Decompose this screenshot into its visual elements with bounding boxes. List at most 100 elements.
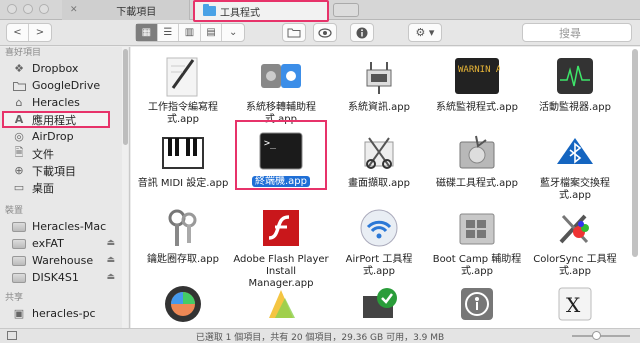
- app-item[interactable]: [429, 281, 525, 328]
- sidebar-item-label: 文件: [32, 147, 54, 161]
- tab-utilities[interactable]: 工具程式: [193, 0, 329, 22]
- get-info-button[interactable]: [350, 23, 374, 42]
- minimize-window-button[interactable]: [23, 4, 33, 14]
- grapher-icon: [258, 281, 304, 327]
- gear-icon: ⚙ ▾: [415, 26, 435, 39]
- folder-outline-icon: [287, 28, 301, 38]
- sidebar-section-favorites: 喜好項目: [5, 48, 42, 58]
- search-input[interactable]: 搜尋: [522, 23, 632, 42]
- close-window-button[interactable]: [7, 4, 17, 14]
- disk-utility-icon: [454, 129, 500, 175]
- keychain-icon: [160, 205, 206, 251]
- grid-scrollbar[interactable]: [631, 47, 639, 328]
- eject-icon[interactable]: ⏏: [106, 272, 115, 282]
- sidebar-item-label: GoogleDrive: [32, 79, 101, 92]
- forward-button[interactable]: >: [29, 24, 51, 41]
- app-label: AirPort 工具程式.app: [345, 254, 413, 277]
- drive-icon: [12, 238, 26, 250]
- sidebar-item-airdrop[interactable]: ◎ AirDrop: [0, 128, 129, 145]
- app-item[interactable]: Adobe Flash Player Install Manager.app: [233, 205, 329, 290]
- app-label: 鑰匙圈存取.app: [146, 254, 219, 265]
- app-item[interactable]: 音訊 MIDI 設定.app: [135, 129, 231, 190]
- list-view-icon[interactable]: ☰: [158, 24, 180, 41]
- app-item[interactable]: WARNIN AY 7:36 系統監視程式.app: [429, 53, 525, 114]
- icon-size-slider[interactable]: [572, 331, 630, 340]
- sidebar: 喜好項目 ❖ Dropbox GoogleDrive ⌂ Heracles A …: [0, 47, 130, 328]
- app-item[interactable]: 藍牙檔案交換程式.app: [527, 129, 623, 202]
- sidebar-item-desktop[interactable]: ▭ 桌面: [0, 179, 129, 196]
- arrange-icon[interactable]: ⌄: [222, 24, 244, 41]
- eject-icon[interactable]: ⏏: [106, 238, 115, 248]
- sidebar-item-dropbox[interactable]: ❖ Dropbox: [0, 60, 129, 77]
- sidebar-item-label: Heracles: [32, 96, 80, 109]
- console-screen-text-line1: WARNIN AY 7:36: [458, 65, 500, 75]
- sidebar-item-documents[interactable]: 🗎 文件: [0, 145, 129, 162]
- status-bar: 已選取 1 個項目，共有 20 個項目，29.36 GB 可用，3.9 MB: [0, 328, 640, 343]
- close-tab-icon[interactable]: ✕: [70, 5, 78, 15]
- app-label: 工作指令編寫程式.app: [148, 102, 218, 125]
- tab-bar: ✕ 下載項目 工具程式: [0, 0, 640, 22]
- toolbar: < > ▦ ☰ ▥ ▤ ⌄ ⚙ ▾ 搜尋 ⌕: [0, 20, 640, 55]
- sidebar-item-label: 應用程式: [32, 113, 76, 127]
- sidebar-scrollbar[interactable]: [122, 47, 128, 328]
- tab-downloads[interactable]: ✕ 下載項目: [62, 0, 190, 20]
- tab-label: 工具程式: [220, 7, 260, 19]
- folder-icon: [203, 4, 216, 16]
- column-view-icon[interactable]: ▥: [179, 24, 201, 41]
- app-label: 藍牙檔案交換程式.app: [540, 178, 610, 201]
- app-item[interactable]: 系統資訊.app: [331, 53, 427, 114]
- app-item[interactable]: ColorSync 工具程式.app: [527, 205, 623, 278]
- zoom-window-button[interactable]: [39, 4, 49, 14]
- icon-view-icon[interactable]: ▦: [136, 24, 158, 41]
- pc-icon: ▣: [13, 307, 25, 320]
- slider-knob[interactable]: [592, 331, 601, 340]
- sidebar-item-heracles[interactable]: ⌂ Heracles: [0, 94, 129, 111]
- sidebar-item-warehouse[interactable]: Warehouse ⏏: [0, 252, 129, 269]
- eye-icon: [318, 27, 332, 38]
- app-item[interactable]: 鑰匙圈存取.app: [135, 205, 231, 266]
- app-item[interactable]: 工作指令編寫程式.app: [135, 53, 231, 126]
- colorsync-icon: [552, 205, 598, 251]
- app-item-selected[interactable]: >_ 終端機.app: [235, 120, 327, 190]
- app-label: 磁碟工具程式.app: [435, 178, 518, 189]
- svg-text:X: X: [566, 293, 581, 317]
- app-item[interactable]: [331, 281, 427, 328]
- activity-monitor-icon: [552, 53, 598, 99]
- app-item[interactable]: AirPort 工具程式.app: [331, 205, 427, 278]
- cover-flow-icon[interactable]: ▤: [201, 24, 223, 41]
- app-item[interactable]: [233, 281, 329, 328]
- nav-buttons: < >: [6, 23, 52, 42]
- system-info-icon: [356, 53, 402, 99]
- sidebar-item-label: 桌面: [32, 181, 54, 195]
- download-icon: ⊕: [14, 164, 24, 177]
- app-item[interactable]: 活動監視器.app: [527, 53, 623, 114]
- sidebar-item-heracles-pc[interactable]: ▣ heracles-pc: [0, 305, 129, 322]
- sidebar-item-heracles-mac[interactable]: Heracles-Mac: [0, 218, 129, 235]
- document-icon: 🗎: [14, 146, 24, 159]
- sidebar-item-exfat[interactable]: exFAT ⏏: [0, 235, 129, 252]
- tab-label: 下載項目: [116, 6, 157, 18]
- new-tab-button[interactable]: [333, 3, 359, 17]
- sidebar-item-label: Warehouse: [32, 254, 94, 267]
- airport-icon: [356, 205, 402, 251]
- voiceover-icon: [454, 281, 500, 327]
- back-button[interactable]: <: [7, 24, 29, 41]
- sidebar-item-googledrive[interactable]: GoogleDrive: [0, 77, 129, 94]
- sidebar-item-disk4s1[interactable]: DISK4S1 ⏏: [0, 269, 129, 286]
- eject-icon[interactable]: ⏏: [106, 255, 115, 265]
- app-item[interactable]: [135, 281, 231, 328]
- sidebar-item-label: DISK4S1: [32, 271, 79, 284]
- app-item[interactable]: Boot Camp 輔助程式.app: [429, 205, 525, 278]
- app-item[interactable]: 畫面擷取.app: [331, 129, 427, 190]
- sidebar-item-label: AirDrop: [32, 130, 74, 143]
- app-item[interactable]: 磁碟工具程式.app: [429, 129, 525, 190]
- sidebar-item-applications[interactable]: A 應用程式: [2, 111, 110, 128]
- new-folder-button[interactable]: [282, 23, 306, 42]
- action-menu-button[interactable]: ⚙ ▾: [408, 23, 442, 42]
- app-item[interactable]: X: [527, 281, 623, 328]
- sidebar-item-downloads[interactable]: ⊕ 下載項目: [0, 162, 129, 179]
- quick-look-button[interactable]: [313, 23, 337, 42]
- script-editor-icon: [160, 53, 206, 99]
- app-item[interactable]: 系統移轉輔助程式.app: [233, 53, 329, 126]
- view-mode-control: ▦ ☰ ▥ ▤ ⌄: [135, 23, 245, 42]
